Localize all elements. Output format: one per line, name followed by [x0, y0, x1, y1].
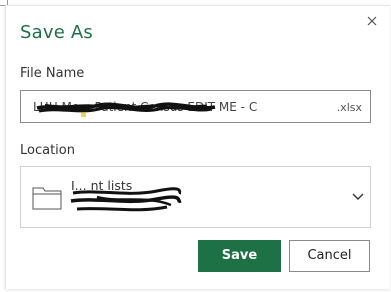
file-extension: .xlsx — [336, 101, 362, 114]
location-label: Location — [20, 143, 75, 158]
dialog-title: Save As — [20, 22, 93, 43]
location-dropdown[interactable]: I... nt lists — [20, 166, 371, 228]
close-button[interactable] — [365, 13, 379, 27]
save-button[interactable]: Save — [198, 240, 281, 272]
file-name-input[interactable]: LHH Me... Patient Census EDIT ME - C .xl… — [20, 90, 371, 123]
location-folder-name: I... nt lists — [71, 178, 133, 193]
file-name-value: LHH Me... Patient Census EDIT ME - C — [33, 100, 258, 114]
file-name-label: File Name — [20, 66, 85, 81]
save-as-dialog: Save As File Name LHH Me... Patient Cens… — [5, 5, 390, 289]
folder-icon — [32, 187, 62, 210]
chevron-down-icon — [352, 193, 364, 200]
screenshot-frame: Save As File Name LHH Me... Patient Cens… — [0, 0, 391, 292]
cancel-button[interactable]: Cancel — [289, 240, 370, 272]
close-icon — [367, 16, 377, 26]
